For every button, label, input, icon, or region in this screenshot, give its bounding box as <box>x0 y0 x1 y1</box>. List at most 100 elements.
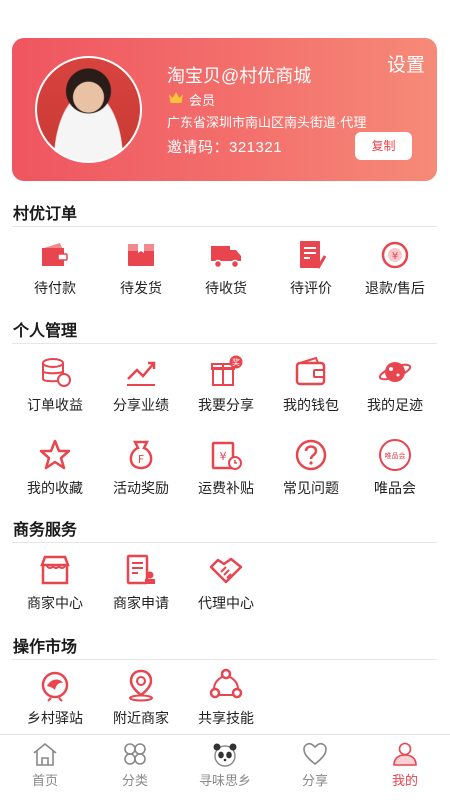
user-icon <box>393 742 417 766</box>
box-icon <box>128 244 154 266</box>
edit-note-icon <box>300 241 327 269</box>
my-favorites[interactable]: 我的收藏 <box>12 438 98 504</box>
order-pending-shipment[interactable]: 待发货 <box>98 238 184 304</box>
divider <box>12 659 437 660</box>
merchant-application[interactable]: 商家申请 <box>98 553 184 619</box>
personal-label: 常见问题 <box>283 480 339 496</box>
tab-hometown[interactable]: 寻味思乡 <box>180 735 270 800</box>
divider <box>12 226 437 227</box>
shared-skills[interactable]: 共享技能 <box>183 668 269 734</box>
bird-icon <box>41 671 69 702</box>
activity-rewards[interactable]: F 活动奖励 <box>98 438 184 504</box>
personal-label: 我的收藏 <box>27 480 83 496</box>
invite-code: 邀请码：321321 <box>167 139 283 156</box>
tab-share[interactable]: 分享 <box>270 735 360 800</box>
star-icon <box>39 439 71 470</box>
shop-icon <box>40 555 70 585</box>
nearby-merchants[interactable]: 附近商家 <box>98 668 184 734</box>
section-title-business: 商务服务 <box>13 522 78 539</box>
crown-icon <box>169 92 183 103</box>
tab-label: 分类 <box>121 773 148 788</box>
faq[interactable]: 常见问题 <box>268 438 354 504</box>
apply-icon <box>126 554 155 585</box>
market-label: 附近商家 <box>113 710 169 726</box>
personal-label: 我的钱包 <box>283 397 339 413</box>
svg-text:¥: ¥ <box>392 251 398 262</box>
business-label: 代理中心 <box>198 595 254 611</box>
section-title-market: 操作市场 <box>13 639 78 656</box>
avatar[interactable] <box>35 56 142 163</box>
agent-center[interactable]: 代理中心 <box>183 553 269 619</box>
planet-icon <box>378 362 412 382</box>
order-label: 退款/售后 <box>365 280 425 296</box>
order-earnings[interactable]: 订单收益 <box>12 355 98 421</box>
share-network-icon <box>209 668 243 699</box>
wallet-icon <box>42 243 68 266</box>
subsidy-icon: ¥ <box>211 441 242 470</box>
divider <box>12 542 437 543</box>
tab-category[interactable]: 分类 <box>90 735 180 800</box>
handshake-icon <box>209 557 243 584</box>
member-level-label: 会员 <box>189 93 216 108</box>
tab-label: 分享 <box>301 773 328 788</box>
question-icon <box>295 439 327 471</box>
order-label: 待发货 <box>120 280 162 296</box>
money-bag-icon: F <box>129 440 153 470</box>
my-footprint[interactable]: 我的足迹 <box>352 355 438 421</box>
order-pending-review[interactable]: 待评价 <box>268 238 354 304</box>
business-label: 商家中心 <box>27 595 83 611</box>
order-label: 待付款 <box>34 280 76 296</box>
market-label: 共享技能 <box>198 710 254 726</box>
order-pending-payment[interactable]: 待付款 <box>12 238 98 304</box>
heart-icon <box>303 742 327 766</box>
tab-home[interactable]: 首页 <box>0 735 90 800</box>
gift-icon: 奖 <box>211 355 243 386</box>
reward-badge: 奖 <box>232 357 240 367</box>
personal-label: 我的足迹 <box>367 397 423 413</box>
merchant-center[interactable]: 商家中心 <box>12 553 98 619</box>
panda-icon <box>213 743 237 767</box>
personal-label: 运费补贴 <box>198 480 254 496</box>
village-station[interactable]: 乡村驿站 <box>12 668 98 734</box>
coins-icon <box>42 358 71 387</box>
share-performance[interactable]: 分享业绩 <box>98 355 184 421</box>
vip-shop[interactable]: 唯品会 唯品会 <box>352 438 438 504</box>
order-label: 待收货 <box>205 280 247 296</box>
shipping-subsidy[interactable]: ¥ 运费补贴 <box>183 438 269 504</box>
section-title-personal: 个人管理 <box>13 323 78 340</box>
vip-badge-text: 唯品会 <box>385 451 406 460</box>
divider <box>12 343 437 344</box>
home-icon <box>33 742 57 766</box>
my-share[interactable]: 奖 我要分享 <box>183 355 269 421</box>
address-text: 广东省深圳市南山区南头街道·代理 <box>167 115 367 130</box>
clover-icon <box>124 743 146 765</box>
market-label: 乡村驿站 <box>27 710 83 726</box>
tab-label: 寻味思乡 <box>198 773 251 788</box>
personal-label: 我要分享 <box>198 397 254 413</box>
copy-button[interactable]: 复制 <box>355 132 412 160</box>
location-icon <box>129 669 153 702</box>
username: 淘宝贝@村优商城 <box>167 66 312 86</box>
profile-card: 设置 淘宝贝@村优商城 会员 广东省深圳市南山区南头街道·代理 邀请码：3213… <box>12 38 437 181</box>
tab-label: 首页 <box>31 773 58 788</box>
bottom-tab-bar: 首页 分类 寻味思乡 分享 我的 <box>0 734 450 800</box>
order-refund[interactable]: ¥ 退款/售后 <box>352 238 438 304</box>
personal-label: 订单收益 <box>27 397 83 413</box>
business-label: 商家申请 <box>113 595 169 611</box>
trend-icon <box>127 361 156 386</box>
order-pending-receipt[interactable]: 待收货 <box>183 238 269 304</box>
my-wallet[interactable]: 我的钱包 <box>268 355 354 421</box>
settings-button[interactable]: 设置 <box>387 50 425 77</box>
order-label: 待评价 <box>290 280 332 296</box>
tab-label: 我的 <box>391 773 418 788</box>
personal-label: 分享业绩 <box>113 397 169 413</box>
tab-mine[interactable]: 我的 <box>360 735 450 800</box>
personal-label: 活动奖励 <box>113 480 169 496</box>
vip-icon: 唯品会 <box>379 439 411 471</box>
section-title-orders: 村优订单 <box>13 206 78 223</box>
refund-icon: ¥ <box>381 241 409 269</box>
svg-text:F: F <box>138 453 144 466</box>
wallet-icon <box>295 356 326 386</box>
personal-label: 唯品会 <box>374 480 416 496</box>
svg-text:¥: ¥ <box>220 450 227 463</box>
